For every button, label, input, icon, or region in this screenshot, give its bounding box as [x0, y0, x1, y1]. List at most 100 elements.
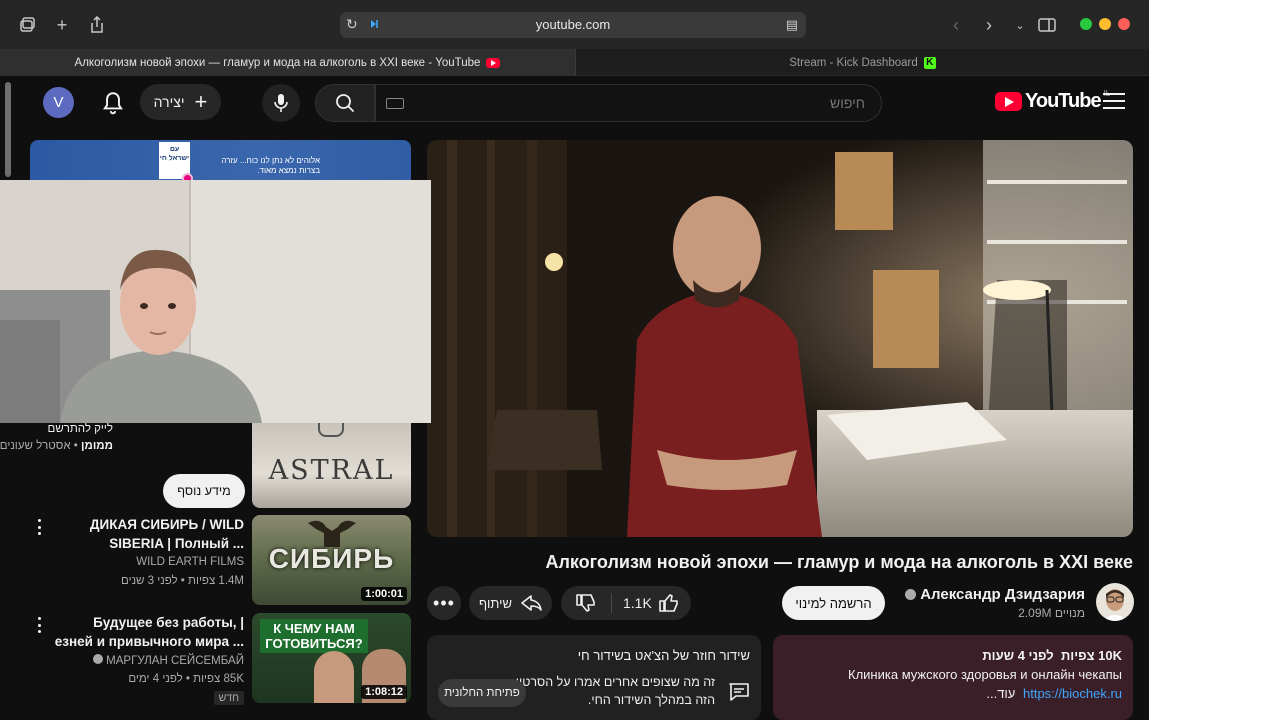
tab-youtube-label: Алкоголизм новой эпохи — гламур и мода н…: [74, 56, 481, 69]
video-meta: 1.4M צפיות • לפני 3 שנים: [121, 575, 244, 587]
address-bar[interactable]: ↻ youtube.com ▤: [340, 12, 806, 38]
account-avatar[interactable]: V: [43, 87, 74, 118]
host-thumbnail-figure: [314, 651, 354, 703]
share-arrow-icon: [521, 595, 542, 611]
sponsored-meta: ממומן • אסטרל שעונים: [0, 440, 113, 452]
video-channel-name: МАРГУЛАН СЕЙСЕМБАЙ: [106, 655, 244, 667]
voice-search-button[interactable]: [262, 84, 300, 122]
more-info-button[interactable]: מידע נוסף: [163, 474, 245, 508]
ad-banner[interactable]: עם ישראל חי אלוהים לא נתן לנו כוח... עזר…: [30, 140, 411, 185]
subscriber-count: 2.09M מנויים: [1018, 606, 1085, 620]
search-input[interactable]: [465, 95, 865, 111]
list-item[interactable]: СИБИРЬ 1:00:01 ДИКАЯ СИБИРЬ / WILD SIBER…: [30, 515, 411, 607]
youtube-masthead: V יצירה + YouTube IL: [0, 76, 1149, 132]
url-text: youtube.com: [535, 17, 611, 32]
sponsored-channel: אסטרל שעונים: [0, 440, 71, 452]
video-thumbnail[interactable]: К ЧЕМУ НАМ ГОТОВИТЬСЯ? 1:08:12: [252, 613, 411, 703]
channel-avatar[interactable]: [1096, 583, 1134, 621]
sponsored-thumb-text: ASTRAL: [268, 455, 395, 486]
video-title: Алкоголизм новой эпохи — гламур и мода н…: [545, 552, 1133, 572]
page-scrollbar[interactable]: [5, 82, 11, 177]
video-frame: [427, 140, 1133, 537]
description-line: Клиника мужского здоровья и онлайн чекап…: [848, 667, 1122, 682]
thumb-text: К ЧЕМУ НАМ ГОТОВИТЬСЯ?: [260, 619, 368, 653]
description-line-2: ...עוד https://biochek.ru: [986, 686, 1122, 701]
zoom-window-button[interactable]: [1080, 18, 1092, 30]
verified-icon: [905, 588, 917, 600]
search-icon: [336, 94, 355, 113]
subscribe-button[interactable]: הרשמה למינוי: [782, 586, 885, 620]
sponsored-line: לייק להתרשם: [47, 423, 113, 435]
notifications-bell-icon[interactable]: [100, 90, 126, 116]
tab-bar: ◂) Алкоголизм новой эпохи — гламур и мод…: [0, 49, 1149, 76]
like-dislike-group: 1.1K: [561, 586, 691, 620]
webcam-overlay: [0, 180, 431, 423]
youtube-favicon-icon: [486, 57, 501, 68]
chat-bubble-icon: [729, 683, 749, 701]
tab-kick-label: Stream - Kick Dashboard: [789, 56, 918, 69]
video-age: לפני 3 שנים: [121, 575, 178, 587]
description-meta: 10K צפיות לפני 4 שעות: [982, 648, 1122, 663]
description-link[interactable]: https://biochek.ru: [1023, 686, 1122, 701]
keyboard-icon[interactable]: [386, 98, 404, 109]
tab-youtube[interactable]: Алкоголизм новой эпохи — гламур и мода н…: [0, 49, 575, 76]
video-title-text: ДИКАЯ СИБИРЬ / WILD SIBERIA | Полный ...: [89, 517, 244, 551]
video-duration: 1:08:12: [361, 685, 407, 699]
browser-window: + ↻ youtube.com ▤ ‹ › ⌄ ◂) Алкоголизм но…: [0, 0, 1149, 720]
ad-text: אלוהים לא נתן לנו כוח... עזרה בצרות נמצא…: [221, 156, 320, 175]
sidebar-toggle-icon[interactable]: [1034, 12, 1060, 38]
more-actions-icon[interactable]: •••: [427, 586, 461, 620]
video-channel: WILD EARTH FILMS: [136, 556, 244, 568]
like-count: 1.1K: [623, 595, 652, 611]
chevron-down-icon[interactable]: ⌄: [1007, 12, 1033, 38]
dislike-icon[interactable]: [575, 593, 597, 613]
video-thumbnail[interactable]: СИБИРЬ 1:00:01: [252, 515, 411, 605]
new-tab-icon[interactable]: +: [49, 12, 75, 38]
reader-icon[interactable]: ▤: [786, 17, 798, 33]
like-divider: [611, 593, 612, 613]
sponsored-badge: ממומן: [81, 440, 113, 452]
chat-replay-heading: שידור חוזר של הצ'אט בשידור חי: [577, 648, 750, 663]
kick-favicon-icon: K: [923, 56, 936, 69]
share-label: שיתוף: [478, 595, 513, 611]
create-button[interactable]: יצירה +: [140, 84, 221, 120]
search-button[interactable]: [315, 84, 375, 122]
plus-icon: +: [194, 89, 208, 114]
close-window-button[interactable]: [1118, 18, 1130, 30]
more-options-icon[interactable]: [36, 519, 42, 535]
verified-icon: [93, 654, 104, 664]
minimize-window-button[interactable]: [1099, 18, 1111, 30]
moose-icon: [308, 520, 356, 547]
video-title-text: Будущее без работы, | езней и привычного…: [54, 615, 244, 649]
logo-text: YouTube: [1025, 90, 1102, 112]
channel-name[interactable]: Александр Дзидзария: [905, 586, 1085, 603]
channel-name-text: Александр Дзидзария: [920, 586, 1085, 603]
hamburger-menu-icon[interactable]: [1103, 93, 1125, 113]
open-chat-button[interactable]: פתיחת החלונית: [438, 679, 526, 707]
video-channel: МАРГУЛАН СЕЙСЕМБАЙ: [93, 654, 244, 667]
video-player[interactable]: [427, 140, 1133, 537]
sponsored-thumbnail[interactable]: ASTRAL: [252, 423, 411, 508]
list-item[interactable]: К ЧЕМУ НАМ ГОТОВИТЬСЯ? 1:08:12 Будущее б…: [30, 613, 411, 705]
more-options-icon[interactable]: [36, 617, 42, 633]
microphone-icon: [274, 94, 288, 112]
video-duration: 1:00:01: [361, 587, 407, 601]
share-icon[interactable]: [84, 12, 110, 38]
browser-toolbar: + ↻ youtube.com ▤ ‹ › ⌄: [0, 0, 1149, 49]
video-views: 1.4M צפיות: [188, 575, 244, 587]
like-icon[interactable]: [658, 593, 680, 613]
tab-kick[interactable]: Stream - Kick Dashboard K: [575, 49, 1149, 76]
youtube-logo[interactable]: YouTube IL: [995, 89, 1110, 113]
view-count: 10K צפיות: [1060, 648, 1122, 663]
description-box[interactable]: 10K צפיות לפני 4 שעות Клиника мужского з…: [773, 635, 1133, 720]
search-box: [375, 84, 882, 122]
new-badge: חדש: [213, 691, 244, 705]
share-button[interactable]: שיתוף: [469, 586, 552, 620]
back-icon[interactable]: ‹: [943, 12, 969, 38]
chat-replay-panel: שידור חוזר של הצ'אט בשידור חי זה מה שצופ…: [427, 635, 761, 720]
forward-icon[interactable]: ›: [976, 12, 1002, 38]
youtube-play-icon: [995, 92, 1022, 111]
video-views: 85K צפיות: [193, 673, 244, 685]
show-more-link[interactable]: ...עוד: [986, 686, 1015, 701]
tab-overview-icon[interactable]: [14, 12, 40, 38]
